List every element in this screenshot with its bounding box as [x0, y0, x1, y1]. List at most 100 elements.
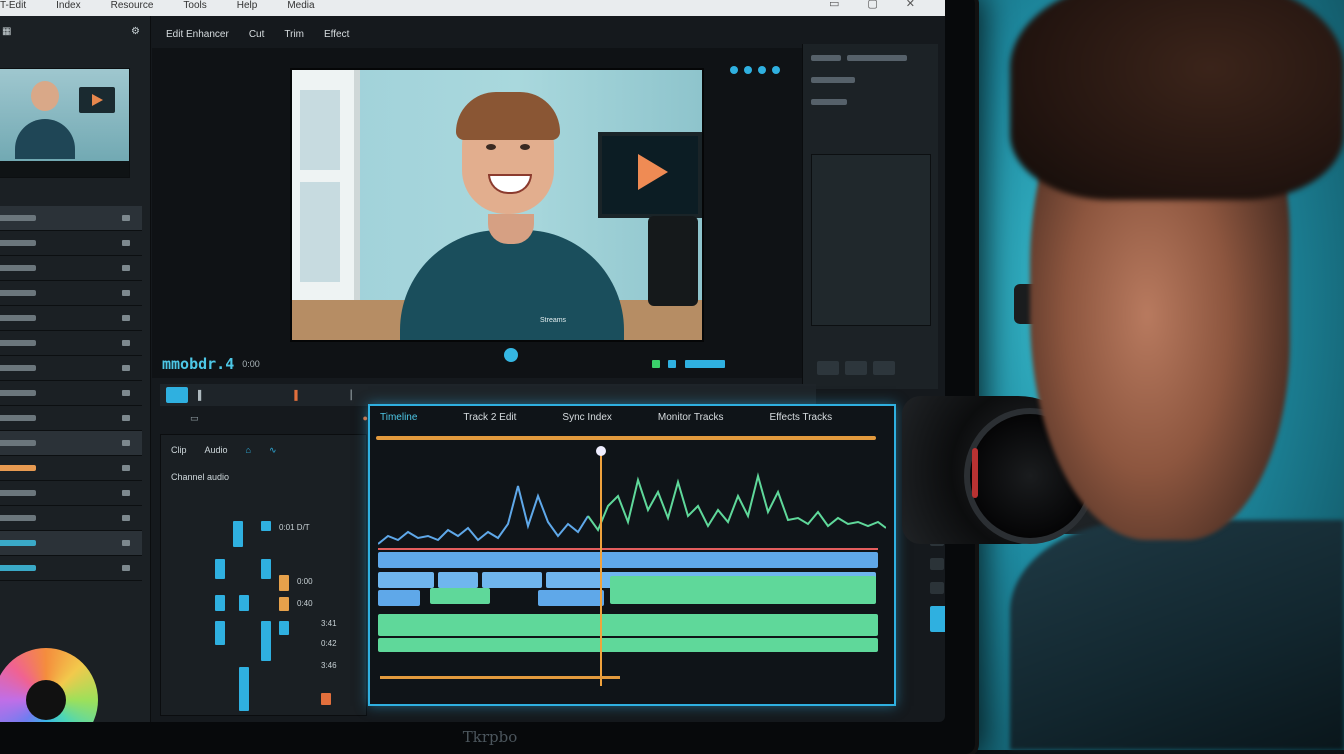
- inspector-button[interactable]: [873, 361, 895, 375]
- side-tool-button[interactable]: [930, 558, 944, 570]
- person-shirt: [400, 230, 624, 340]
- list-item[interactable]: [0, 356, 142, 381]
- meter-label: 3:46: [321, 661, 337, 670]
- menu-item[interactable]: Help: [237, 0, 258, 11]
- track-clip[interactable]: [378, 552, 878, 568]
- tab-effects-tracks[interactable]: Effects Tracks: [769, 412, 832, 423]
- status-chips: [648, 355, 725, 373]
- close-icon[interactable]: ✕: [906, 0, 915, 10]
- menu-item[interactable]: Index: [56, 0, 80, 11]
- menu-item[interactable]: Resource: [111, 0, 154, 11]
- side-tool-button[interactable]: [930, 582, 944, 594]
- inspector-label: [811, 99, 847, 105]
- track-clip[interactable]: [378, 590, 420, 606]
- computer-monitor: T-Edit Index Resource Tools Help Media ▭…: [0, 0, 975, 754]
- track-clip[interactable]: [378, 638, 878, 652]
- list-item[interactable]: [0, 231, 142, 256]
- item-label: [0, 365, 36, 371]
- item-label: [0, 440, 36, 446]
- track-clip[interactable]: [482, 572, 542, 588]
- tab-effect[interactable]: Effect: [324, 29, 349, 40]
- meter-bar: [239, 595, 249, 611]
- meter-label: 0:42: [321, 639, 337, 648]
- meter-label: 3:41: [321, 619, 337, 628]
- item-icon: [122, 565, 130, 571]
- tab-monitor-tracks[interactable]: Monitor Tracks: [658, 412, 724, 423]
- timeline-ruler[interactable]: [376, 436, 876, 440]
- list-item[interactable]: [0, 556, 142, 581]
- editor-tabs: Edit Enhancer Cut Trim Effect: [152, 24, 806, 44]
- track-clip[interactable]: [430, 588, 490, 604]
- inspector-row[interactable]: [811, 50, 930, 66]
- transport-bar: ▌ ▌ ▏: [160, 384, 816, 406]
- menu-item[interactable]: Tools: [183, 0, 206, 11]
- track-clip[interactable]: [610, 576, 876, 604]
- list-item[interactable]: [0, 281, 142, 306]
- inspector-button[interactable]: [817, 361, 839, 375]
- list-item[interactable]: [0, 406, 142, 431]
- inspector-row[interactable]: [811, 72, 930, 88]
- tab-timeline[interactable]: Timeline: [380, 412, 417, 423]
- inspector-row[interactable]: [811, 94, 930, 110]
- tab-audio[interactable]: Audio: [205, 445, 228, 456]
- waveform-green: [587, 472, 886, 533]
- list-item[interactable]: [0, 481, 142, 506]
- mark-in-icon[interactable]: ▌: [294, 390, 300, 400]
- meter-label: 0:00: [297, 577, 313, 586]
- list-item[interactable]: [0, 331, 142, 356]
- eye: [486, 144, 496, 150]
- settings-icon[interactable]: ⚙: [131, 26, 140, 37]
- media-thumbnail[interactable]: [0, 68, 130, 178]
- list-item[interactable]: [0, 531, 142, 556]
- side-tool-button[interactable]: [930, 606, 945, 632]
- tab-trim[interactable]: Trim: [284, 29, 304, 40]
- track-clip[interactable]: [378, 572, 434, 588]
- timeline-playhead[interactable]: [596, 446, 606, 686]
- track-clip[interactable]: [538, 590, 604, 606]
- meter-bar: [279, 575, 289, 591]
- tab-sync-index[interactable]: Sync Index: [562, 412, 611, 423]
- menu-item[interactable]: Media: [287, 0, 314, 11]
- indicator-dot: [772, 66, 780, 74]
- track-clip[interactable]: [378, 614, 878, 636]
- list-item[interactable]: [0, 206, 142, 231]
- menu-item[interactable]: T-Edit: [0, 0, 26, 11]
- list-item[interactable]: [0, 506, 142, 531]
- window-in-video: [292, 70, 360, 302]
- waveform-icon[interactable]: ∿: [269, 445, 277, 456]
- play-icon: [638, 154, 668, 190]
- timeline-header: Timeline Track 2 Edit Sync Index Monitor…: [370, 406, 904, 428]
- mark-out-icon[interactable]: ▏: [351, 390, 358, 401]
- timeline-range[interactable]: [380, 676, 620, 679]
- link-icon[interactable]: ⌂: [246, 445, 251, 456]
- list-item[interactable]: [0, 456, 142, 481]
- item-icon: [122, 265, 130, 271]
- select-tool-icon[interactable]: [166, 387, 188, 403]
- color-wheel[interactable]: [0, 648, 98, 722]
- media-browser-panel: ▦ ⚙: [0, 16, 151, 722]
- list-item[interactable]: [0, 431, 142, 456]
- tab-edit-enhancer[interactable]: Edit Enhancer: [166, 29, 229, 40]
- item-label: [0, 340, 36, 346]
- shirt-print: Streams: [540, 317, 567, 324]
- inspector-label: [811, 77, 855, 83]
- minimize-icon[interactable]: ▭: [829, 0, 839, 10]
- tv-screen: [598, 132, 702, 218]
- list-item[interactable]: [0, 381, 142, 406]
- track-clip[interactable]: [438, 572, 478, 588]
- meter-bar: [261, 559, 271, 579]
- list-item[interactable]: [0, 256, 142, 281]
- audio-toggle-icon[interactable]: ▭: [190, 413, 199, 424]
- razor-tool-icon[interactable]: ▌: [198, 390, 204, 400]
- inspector-button[interactable]: [845, 361, 867, 375]
- panel-title-icon: ▦: [2, 25, 12, 37]
- thumb-controls[interactable]: [0, 161, 129, 177]
- tab-cut[interactable]: Cut: [249, 29, 265, 40]
- list-item[interactable]: [0, 306, 142, 331]
- maximize-icon[interactable]: ▢: [867, 0, 877, 10]
- video-preview-frame[interactable]: Streams: [290, 68, 704, 342]
- audio-waveform[interactable]: [378, 466, 886, 550]
- status-chip: [651, 360, 660, 368]
- tab-clip[interactable]: Clip: [171, 445, 187, 456]
- tab-track-edit[interactable]: Track 2 Edit: [463, 412, 516, 423]
